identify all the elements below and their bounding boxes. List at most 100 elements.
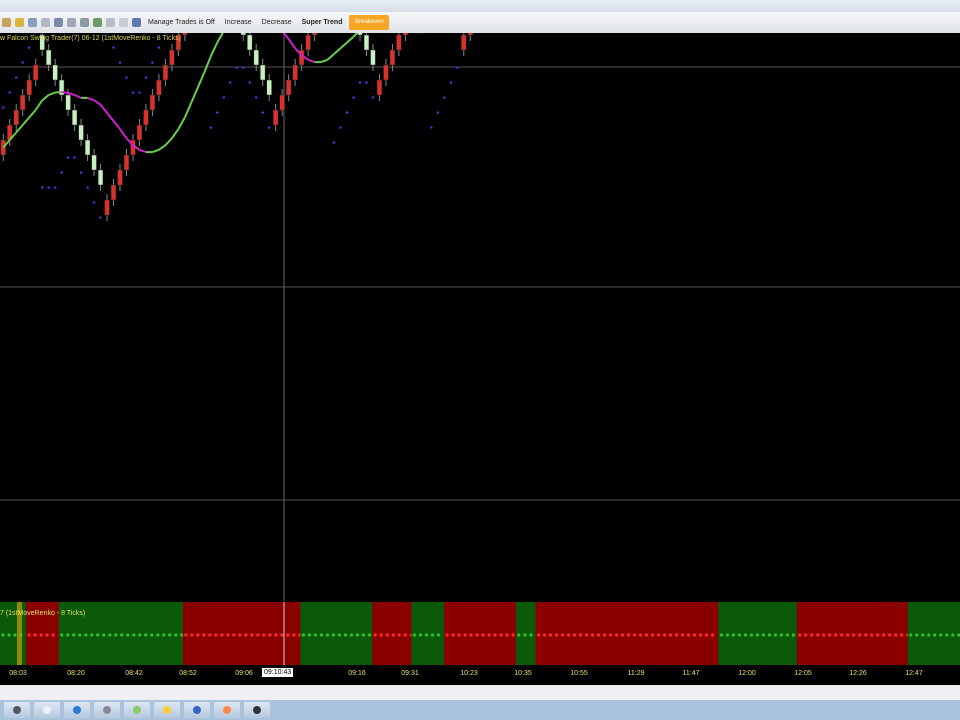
trend-dot <box>686 633 691 637</box>
line-tool-icon[interactable] <box>28 18 37 27</box>
trend-dot <box>710 633 715 637</box>
supertrend-dot <box>332 141 336 144</box>
supertrend-dot <box>254 96 258 99</box>
trend-dot <box>144 633 148 637</box>
moving-average-segment <box>326 53 335 61</box>
trend-dot <box>882 633 886 637</box>
trend-dot <box>767 633 771 637</box>
trend-segment-down <box>372 602 412 665</box>
orange-action-button[interactable]: Breakeven <box>349 15 390 30</box>
trend-dot <box>933 633 937 637</box>
app-orange-icon[interactable] <box>214 702 240 718</box>
up-brick <box>91 154 97 171</box>
supertrend-dot <box>261 111 265 114</box>
up-brick <box>45 49 52 66</box>
moving-average-segment <box>281 30 290 40</box>
moving-average-segment <box>119 128 128 139</box>
trend-dot <box>379 633 383 637</box>
trend-indicator <box>0 602 960 665</box>
trend-dot <box>385 633 389 637</box>
trend-dot <box>232 633 236 637</box>
template-icon[interactable] <box>132 18 141 27</box>
time-tick-label: 10:35 <box>514 670 532 677</box>
trend-dot <box>108 633 112 637</box>
trend-dot <box>114 633 118 637</box>
supertrend-dot <box>8 91 12 94</box>
crosshair-icon[interactable] <box>54 18 63 27</box>
time-tick-label: 08:03 <box>9 670 27 677</box>
price-chart-panel[interactable]: w Falcon Swing Trader(7) 06-12 (1stMoveR… <box>0 0 960 601</box>
moving-average-segment <box>209 42 219 57</box>
folder-icon[interactable] <box>94 702 120 718</box>
trend-dot <box>424 633 429 637</box>
window-title-bar <box>0 0 960 12</box>
trend-segment-up <box>300 602 373 665</box>
trend-dot <box>888 633 892 637</box>
trend-dot <box>138 633 142 637</box>
trend-dot <box>208 633 212 637</box>
moving-average-segment <box>183 102 193 118</box>
moving-average-segment <box>158 144 166 151</box>
trend-dot <box>626 633 631 637</box>
data-box-icon[interactable] <box>93 18 102 27</box>
up-brick <box>52 64 58 81</box>
trend-dot <box>909 633 913 637</box>
trend-dot <box>951 633 955 637</box>
supertrend-dot <box>267 126 271 129</box>
renko-chart <box>0 0 960 601</box>
down-brick <box>305 34 311 51</box>
trend-dot <box>737 633 741 637</box>
pencil-icon[interactable] <box>15 18 24 27</box>
zoom-icon[interactable] <box>67 18 76 27</box>
trend-dot <box>529 633 533 637</box>
supertrend-dot <box>157 46 161 49</box>
indicators-icon[interactable] <box>106 18 115 27</box>
decrease-button[interactable]: Decrease <box>259 19 295 26</box>
ray-tool-icon[interactable] <box>41 18 50 27</box>
trend-dot <box>45 633 49 637</box>
up-brick <box>247 34 253 51</box>
moving-average-segment <box>87 96 95 102</box>
trend-segment-up <box>907 602 960 665</box>
down-brick <box>279 94 285 111</box>
trend-dot <box>412 633 417 637</box>
trend-dot <box>852 633 856 637</box>
up-brick <box>260 64 266 81</box>
browser-icon[interactable] <box>64 702 90 718</box>
manage-trades-button[interactable]: Manage Trades is Off <box>145 19 218 26</box>
supertrend-dot <box>352 96 355 99</box>
desktop-icon[interactable] <box>34 702 60 718</box>
moving-average-segment <box>203 55 212 73</box>
trend-dot <box>463 633 467 637</box>
supertrend-dot <box>164 31 167 34</box>
trend-dot <box>60 633 64 637</box>
trend-dot <box>355 633 360 637</box>
down-brick <box>13 109 19 126</box>
moving-average-segment <box>287 38 296 49</box>
app-yellow-icon[interactable] <box>154 702 180 718</box>
supertrend-dot <box>455 66 459 69</box>
trend-dot <box>436 633 441 637</box>
trend-dot <box>743 633 747 637</box>
app-dark-icon[interactable] <box>244 702 270 718</box>
cursor-icon[interactable] <box>2 18 11 27</box>
trend-dot <box>451 633 455 637</box>
trend-dot <box>822 633 826 637</box>
strategies-icon[interactable] <box>119 18 128 27</box>
app-blue-icon[interactable] <box>184 702 210 718</box>
up-brick <box>71 109 78 126</box>
supertrend-dot <box>235 66 239 69</box>
super-trend-button[interactable]: Super Trend <box>299 19 346 26</box>
trend-dot <box>674 633 679 637</box>
trend-dot <box>150 633 154 637</box>
start-button[interactable] <box>4 702 30 718</box>
properties-icon[interactable] <box>80 18 89 27</box>
trend-dot <box>120 633 124 637</box>
app-green-icon[interactable] <box>124 702 150 718</box>
time-tick-label: 11:29 <box>627 670 645 677</box>
moving-average-segment <box>74 94 82 99</box>
supertrend-dot <box>209 126 213 129</box>
increase-button[interactable]: Increase <box>222 19 255 26</box>
trend-dot <box>343 633 348 637</box>
up-brick <box>65 94 71 111</box>
